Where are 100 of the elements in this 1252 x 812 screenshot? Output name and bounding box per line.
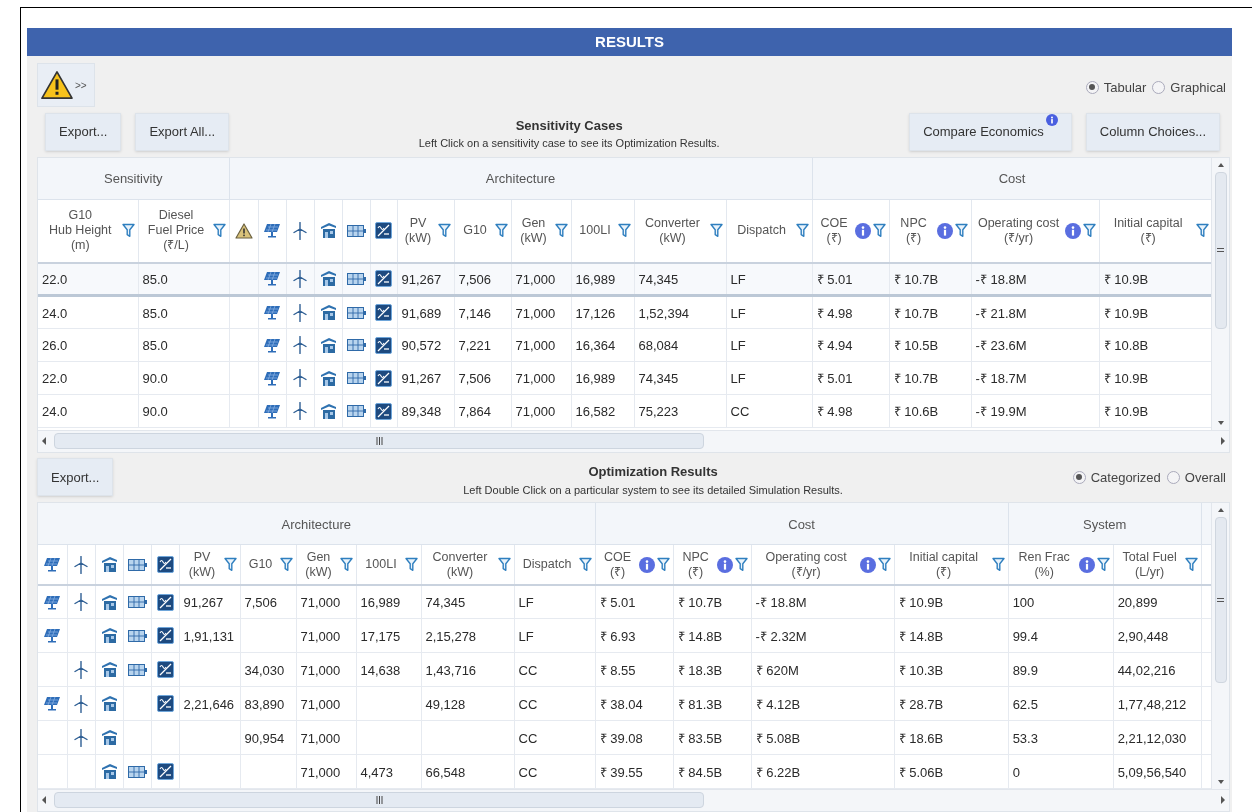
filter-icon[interactable] bbox=[1096, 557, 1110, 573]
table-cell: 24.0 bbox=[42, 305, 68, 321]
table-cell: 83,890 bbox=[244, 697, 285, 712]
filter-icon[interactable] bbox=[877, 557, 891, 573]
column-header[interactable]: COE (₹) bbox=[598, 549, 637, 580]
export-button[interactable]: Export... bbox=[45, 112, 122, 151]
table-row[interactable]: 26.0 85.0 90,572 7,221 71,000 16,364 68,084 LF ₹ 4.94 ₹ 10.5B -₹ 23.6M ₹ 10.8B bbox=[38, 328, 1212, 362]
table-row[interactable]: 24.0 85.0 91,689 7,146 71,000 17,126 1,52,394 LF ₹ 4.98 ₹ 10.7B -₹ 21.8M ₹ 10.9B bbox=[38, 295, 1212, 329]
scroll-up-arrow-icon[interactable] bbox=[1216, 162, 1225, 167]
radio-option[interactable]: Categorized bbox=[1072, 467, 1161, 487]
radio-button[interactable] bbox=[1166, 470, 1180, 484]
column-header[interactable]: Total Fuel (L/yr) bbox=[1116, 549, 1183, 580]
filter-icon[interactable] bbox=[709, 223, 723, 239]
table-row[interactable]: 22.0 85.0 91,267 7,506 71,000 16,989 74,345 LF ₹ 5.01 ₹ 10.7B -₹ 18.8M ₹ 10.9B bbox=[38, 262, 1212, 296]
export-button[interactable]: Export All... bbox=[135, 112, 230, 151]
scroll-right-arrow-icon[interactable] bbox=[1221, 796, 1225, 805]
table-row[interactable]: 22.0 90.0 91,267 7,506 71,000 16,989 74,345 LF ₹ 5.01 ₹ 10.7B -₹ 18.7M ₹ 10.9B bbox=[38, 361, 1212, 395]
table-cell: CC bbox=[518, 663, 538, 678]
scrollbar-thumb[interactable] bbox=[54, 792, 704, 809]
filter-icon[interactable] bbox=[795, 223, 809, 239]
table-row[interactable]: 91,267 7,506 71,000 16,989 74,345 LF ₹ 5.01 ₹ 10.7B -₹ 18.8M ₹ 10.9B 100 20,899 bbox=[38, 585, 1212, 619]
table-cell: 90.0 bbox=[142, 371, 168, 387]
column-header[interactable]: NPC (₹) bbox=[892, 215, 935, 246]
filter-icon[interactable] bbox=[617, 223, 631, 239]
table-cell: 1,77,48,212 bbox=[1117, 697, 1187, 712]
column-header[interactable]: Diesel Fuel Price (₹/L) bbox=[141, 208, 211, 254]
column-header[interactable]: Initial capital (₹) bbox=[1102, 215, 1194, 246]
table-row[interactable]: 1,91,131 71,000 17,175 2,15,278 LF ₹ 6.93 ₹ 14.8B -₹ 2.32M ₹ 14.8B 99.4 2,90,448 bbox=[38, 619, 1212, 653]
vertical-scrollbar[interactable] bbox=[1211, 503, 1229, 789]
column-header[interactable]: COE (₹) bbox=[815, 215, 853, 246]
column-header[interactable]: Operating cost (₹/yr) bbox=[754, 549, 858, 580]
filter-icon[interactable] bbox=[404, 557, 418, 573]
table-cell: -₹ 18.8M bbox=[755, 595, 807, 611]
warning-button[interactable]: >> bbox=[37, 63, 95, 108]
horizontal-scrollbar[interactable] bbox=[38, 429, 1229, 452]
filter-icon[interactable] bbox=[554, 223, 568, 239]
filter-icon[interactable] bbox=[121, 223, 135, 239]
filter-icon[interactable] bbox=[223, 557, 237, 573]
table-row[interactable]: 90,954 71,000 CC ₹ 39.08 ₹ 83.5B ₹ 5.08B ₹ 18.6B 53.3 2,21,12,030 bbox=[38, 721, 1212, 755]
column-header[interactable]: Dispatch bbox=[729, 223, 794, 239]
column-header[interactable]: G10 bbox=[457, 223, 493, 239]
export-button[interactable]: Export... bbox=[37, 458, 114, 497]
table-row[interactable]: 71,000 4,473 66,548 CC ₹ 39.55 ₹ 84.5B ₹ 6.22B ₹ 5.06B 0 5,09,56,540 bbox=[38, 755, 1212, 789]
filter-icon[interactable] bbox=[578, 557, 592, 573]
column-header[interactable]: Dispatch bbox=[517, 557, 577, 573]
table-row[interactable]: 34,030 71,000 14,638 1,43,716 CC ₹ 8.55 ₹ 18.3B ₹ 620M ₹ 10.3B 89.9 44,02,216 bbox=[38, 653, 1212, 687]
scroll-right-arrow-icon[interactable] bbox=[1221, 437, 1225, 446]
column-header[interactable]: PV (kW) bbox=[400, 215, 436, 246]
filter-icon[interactable] bbox=[279, 557, 293, 573]
radio-button[interactable] bbox=[1152, 80, 1166, 94]
table-row[interactable]: 24.0 90.0 89,348 7,864 71,000 16,582 75,223 CC ₹ 4.98 ₹ 10.6B -₹ 19.9M ₹ 10.9B bbox=[38, 394, 1212, 428]
scrollbar-thumb[interactable] bbox=[1214, 517, 1227, 683]
filter-icon[interactable] bbox=[497, 557, 511, 573]
filter-icon[interactable] bbox=[339, 557, 353, 573]
radio-option[interactable]: Overall bbox=[1166, 467, 1226, 487]
radio-button[interactable] bbox=[1085, 80, 1099, 94]
table-cell: 66,548 bbox=[425, 765, 466, 780]
radio-option[interactable]: Tabular bbox=[1085, 77, 1147, 98]
filter-icon[interactable] bbox=[954, 223, 968, 239]
table-row[interactable]: 2,21,646 83,890 71,000 49,128 CC ₹ 38.04 ₹ 81.3B ₹ 4.12B ₹ 28.7B 62.5 1,77,48,212 bbox=[38, 687, 1212, 721]
filter-icon[interactable] bbox=[1184, 557, 1198, 573]
table-cell: 100 bbox=[1012, 595, 1035, 611]
table-cell: ₹ 18.6B bbox=[898, 731, 944, 746]
column-header[interactable]: 100LI bbox=[574, 223, 616, 239]
filter-icon[interactable] bbox=[437, 223, 451, 239]
scroll-down-arrow-icon[interactable] bbox=[1216, 780, 1225, 784]
column-header[interactable]: Converter (kW) bbox=[424, 549, 496, 580]
scroll-left-arrow-icon[interactable] bbox=[42, 796, 46, 805]
scroll-up-arrow-icon[interactable] bbox=[1216, 508, 1225, 512]
column-header[interactable]: PV (kW) bbox=[182, 549, 222, 580]
filter-icon[interactable] bbox=[1195, 223, 1209, 239]
column-header[interactable]: Ren Frac (%) bbox=[1011, 549, 1077, 580]
filter-icon[interactable] bbox=[734, 557, 748, 573]
column-header[interactable]: 100LI bbox=[359, 557, 403, 573]
column-header[interactable]: Converter (kW) bbox=[637, 215, 708, 246]
table-cell: 71,000 bbox=[515, 404, 556, 420]
scroll-left-arrow-icon[interactable] bbox=[42, 437, 46, 446]
column-header[interactable]: Gen (kW) bbox=[514, 215, 553, 246]
column-header[interactable]: G10 bbox=[243, 557, 278, 573]
column-header[interactable]: Operating cost (₹/yr) bbox=[974, 215, 1063, 246]
column-header[interactable]: Initial capital (₹) bbox=[897, 549, 990, 580]
toolbar-button[interactable]: Compare Economics bbox=[909, 112, 1072, 151]
toolbar-button[interactable]: Column Choices... bbox=[1085, 112, 1220, 151]
filter-icon[interactable] bbox=[656, 557, 670, 573]
filter-icon[interactable] bbox=[872, 223, 886, 239]
filter-icon[interactable] bbox=[212, 223, 226, 239]
column-header[interactable]: NPC (₹) bbox=[676, 549, 715, 580]
column-header[interactable]: G10 Hub Height (m) bbox=[41, 208, 120, 254]
scrollbar-thumb[interactable] bbox=[1214, 171, 1227, 330]
radio-option[interactable]: Graphical bbox=[1152, 77, 1226, 98]
filter-icon[interactable] bbox=[1082, 223, 1096, 239]
scrollbar-thumb[interactable] bbox=[54, 433, 704, 450]
window-title: RESULTS bbox=[595, 31, 664, 52]
radio-button[interactable] bbox=[1072, 470, 1086, 484]
scroll-down-arrow-icon[interactable] bbox=[1216, 420, 1225, 425]
vertical-scrollbar[interactable] bbox=[1211, 157, 1229, 430]
filter-icon[interactable] bbox=[494, 223, 508, 239]
horizontal-scrollbar[interactable] bbox=[38, 789, 1229, 811]
column-header[interactable]: Gen (kW) bbox=[299, 549, 338, 580]
filter-icon[interactable] bbox=[991, 557, 1005, 573]
